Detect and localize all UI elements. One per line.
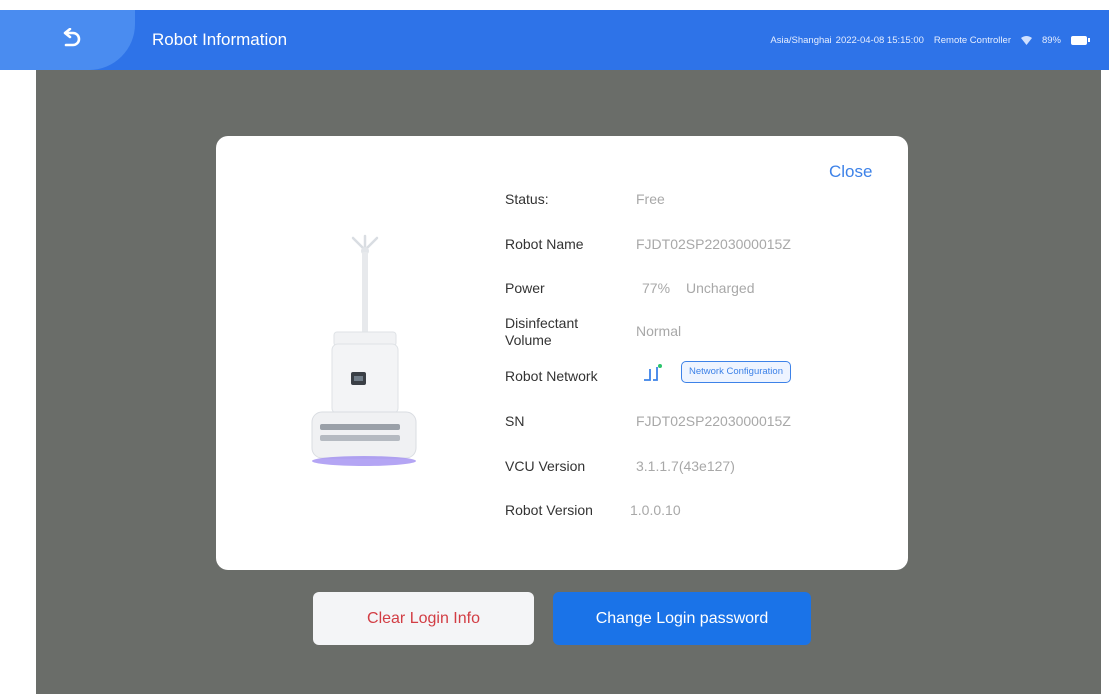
network-label: Robot Network (505, 368, 598, 384)
top-bar: Robot Information Asia/Shanghai 2022-04-… (0, 10, 1109, 70)
robot-version-value: 1.0.0.10 (630, 502, 681, 518)
controller-text: Remote Controller (933, 34, 1011, 46)
clear-login-info-button[interactable]: Clear Login Info (313, 592, 534, 645)
back-tab (0, 10, 135, 70)
disinfectant-value: Normal (636, 323, 682, 339)
battery-percent: 89% (1041, 34, 1061, 46)
datetime-text: 2022-04-08 15:15:00 (835, 34, 924, 46)
robot-image (311, 234, 417, 466)
sn-value: FJDT02SP2203000015Z (636, 413, 791, 429)
page-title: Robot Information (152, 30, 288, 49)
power-label: Power (505, 280, 545, 296)
status-area: Asia/Shanghai 2022-04-08 15:15:00 Remote… (770, 10, 1090, 70)
timezone-text: Asia/Shanghai (770, 34, 832, 46)
sn-label: SN (505, 413, 525, 429)
close-button[interactable]: Close (829, 162, 872, 182)
disinfectant-label: Disinfectant Volume (505, 315, 579, 348)
robot-name-value: FJDT02SP2203000015Z (636, 236, 791, 252)
app-screen: Robot Information Asia/Shanghai 2022-04-… (0, 0, 1109, 694)
power-value: 77% (642, 280, 671, 296)
battery-icon (1071, 35, 1090, 45)
robot-info-dialog: Close Status: Free Robot Name FJDT02SP22… (216, 136, 908, 570)
undo-arrow-icon (63, 28, 81, 47)
status-label: Status: (505, 191, 549, 207)
network-configuration-button[interactable]: Network Configuration (681, 361, 791, 383)
change-login-password-button[interactable]: Change Login password (553, 592, 811, 645)
robot-name-label: Robot Name (505, 236, 584, 252)
charge-state-value: Uncharged (686, 280, 755, 296)
vcu-version-value: 3.1.1.7(43e127) (636, 458, 735, 474)
robot-version-label: Robot Version (505, 502, 593, 518)
status-value: Free (636, 191, 665, 207)
network-signal-icon (644, 364, 662, 381)
wifi-icon (1020, 35, 1032, 45)
back-button[interactable] (55, 26, 87, 54)
vcu-version-label: VCU Version (505, 458, 586, 474)
